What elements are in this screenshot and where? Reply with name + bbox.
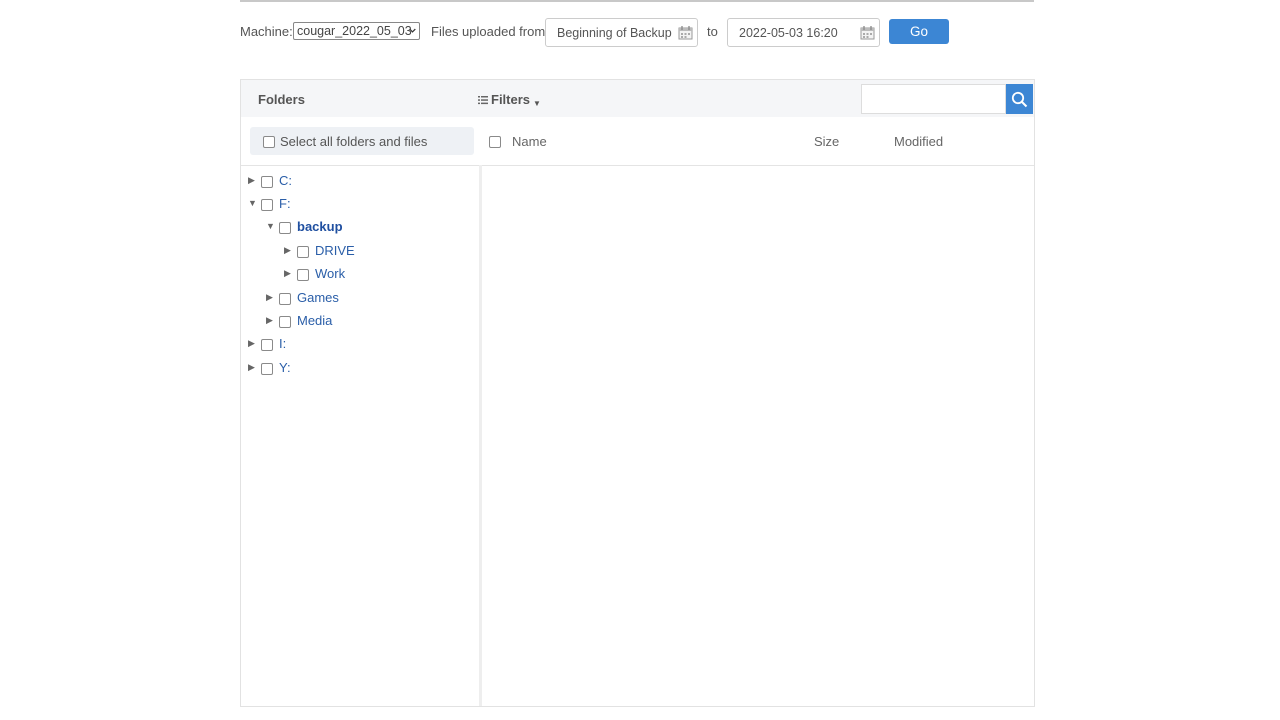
expand-arrow-icon[interactable]: ▶ [248,338,258,348]
tree-checkbox[interactable] [297,269,309,281]
tree-item-label[interactable]: I: [279,336,286,351]
select-all-files-checkbox[interactable] [489,136,501,148]
collapse-arrow-icon[interactable]: ▼ [266,221,276,231]
tree-item-label[interactable]: Y: [279,360,291,375]
search-input[interactable] [861,84,1006,114]
chevron-down-icon [409,28,416,33]
file-browser-panel: Folders Filters ▼ Select all folders and … [240,79,1035,707]
from-date-value: Beginning of Backup [557,26,672,40]
caret-down-icon: ▼ [533,99,541,108]
tree-item-label[interactable]: F: [279,196,291,211]
go-button[interactable]: Go [889,19,949,44]
tree-checkbox[interactable] [279,316,291,328]
machine-select-value: cougar_2022_05_03 [297,24,412,38]
machine-select[interactable]: cougar_2022_05_03 [293,22,420,40]
expand-arrow-icon[interactable]: ▶ [266,292,276,302]
select-all-checkbox[interactable] [263,136,275,148]
search-button[interactable] [1006,84,1033,114]
uploaded-from-label: Files uploaded from: [431,24,549,39]
tree-item-label[interactable]: Games [297,290,339,305]
filters-label: Filters [491,92,531,107]
header-divider [241,165,1034,166]
calendar-icon[interactable] [678,25,693,40]
list-icon [478,96,488,105]
column-size[interactable]: Size [814,134,839,149]
calendar-icon[interactable] [860,25,875,40]
tree-checkbox[interactable] [279,293,291,305]
from-date-field[interactable]: Beginning of Backup [545,18,698,47]
toolbar: Machine: cougar_2022_05_03 Files uploade… [240,18,1034,47]
tree-checkbox[interactable] [261,363,273,375]
tree-checkbox[interactable] [261,339,273,351]
to-date-value: 2022-05-03 16:20 [739,26,838,40]
search-icon [1011,91,1028,108]
folders-title: Folders [258,92,305,107]
select-all-label: Select all folders and files [280,134,428,149]
to-date-field[interactable]: 2022-05-03 16:20 [727,18,880,47]
collapse-arrow-icon[interactable]: ▼ [248,198,258,208]
to-label: to [707,24,718,39]
filters-toggle[interactable]: Filters ▼ [478,92,541,108]
tree-checkbox[interactable] [261,199,273,211]
tree-item-label[interactable]: backup [297,219,343,234]
expand-arrow-icon[interactable]: ▶ [248,175,258,185]
column-name[interactable]: Name [512,134,547,149]
tree-checkbox[interactable] [261,176,273,188]
column-modified[interactable]: Modified [894,134,943,149]
expand-arrow-icon[interactable]: ▶ [248,362,258,372]
expand-arrow-icon[interactable]: ▶ [284,245,294,255]
tree-checkbox[interactable] [297,246,309,258]
panel-header: Folders Filters ▼ [241,80,1034,117]
top-divider [240,0,1034,2]
machine-label: Machine: [240,24,293,39]
tree-item-label[interactable]: Media [297,313,332,328]
pane-splitter[interactable] [479,165,482,706]
tree-item-label[interactable]: Work [315,266,345,281]
expand-arrow-icon[interactable]: ▶ [284,268,294,278]
tree-item-label[interactable]: C: [279,173,292,188]
expand-arrow-icon[interactable]: ▶ [266,315,276,325]
tree-item-label[interactable]: DRIVE [315,243,355,258]
tree-checkbox[interactable] [279,222,291,234]
select-all-row[interactable]: Select all folders and files [250,127,474,155]
